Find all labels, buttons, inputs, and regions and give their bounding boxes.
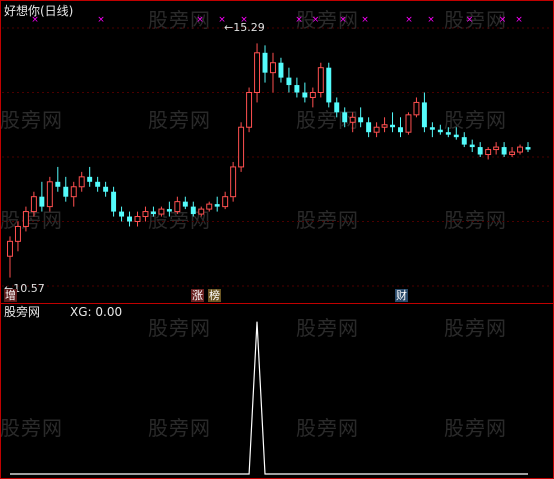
candle-body-up: [14, 225, 21, 242]
candle-body-down: [390, 124, 396, 128]
signal-marker: ×: [196, 15, 204, 25]
chart-title: 好想你(日线): [4, 4, 74, 18]
candle-body-down: [366, 122, 372, 133]
candle-body-down: [358, 117, 364, 123]
candle-body-down: [469, 144, 475, 148]
candle-body-up: [349, 116, 356, 123]
signal-marker: ×: [339, 15, 347, 25]
signal-marker: ×: [361, 15, 369, 25]
tag-zeng[interactable]: 增: [4, 289, 17, 302]
candle-body-down: [55, 181, 61, 187]
candle-body-up: [222, 196, 229, 208]
candle-body-down: [182, 201, 188, 207]
candle-body-up: [493, 146, 500, 151]
candle-body-down: [95, 181, 101, 187]
candle-body-up: [134, 216, 141, 223]
candle-body-down: [63, 186, 69, 197]
candle-body-up: [230, 166, 237, 198]
candle-body-down: [453, 134, 459, 138]
high-price-label: ←15.29: [224, 21, 265, 34]
candle-body-up: [7, 240, 13, 257]
candle-body-up: [78, 176, 85, 188]
candle-body-up: [405, 114, 412, 133]
candle-body-down: [461, 137, 467, 145]
candle-body-down: [421, 102, 427, 128]
candle-body-up: [509, 151, 516, 156]
candle-body-down: [294, 85, 300, 93]
candle-body-down: [166, 209, 172, 212]
candle-body-up: [517, 146, 524, 153]
candle-body-down: [501, 147, 507, 155]
candle-body-up: [206, 203, 213, 210]
candle-body-down: [302, 92, 308, 98]
candle-body-down: [278, 62, 284, 78]
candle-body-down: [477, 147, 483, 155]
high-price-value: 15.29: [233, 21, 265, 34]
signal-marker: ×: [312, 15, 320, 25]
signal-marker: ×: [499, 15, 507, 25]
low-price-value: 10.57: [13, 282, 45, 295]
candle-body-down: [119, 211, 125, 217]
candle-body-up: [413, 101, 420, 116]
candle-body-down: [437, 129, 443, 133]
indicator-value: XG: 0.00: [70, 305, 123, 319]
candle-body-up: [142, 211, 149, 218]
candle-body-down: [214, 204, 220, 207]
candle-body-up: [309, 92, 316, 98]
candle-body-up: [198, 208, 205, 215]
candle-body-up: [317, 67, 324, 93]
candle-body-up: [254, 52, 261, 93]
candle-body-down: [87, 176, 93, 182]
candle-body-up: [246, 92, 253, 128]
tag-zhang[interactable]: 涨: [191, 289, 204, 302]
candle-body-down: [445, 132, 451, 135]
signal-marker: ×: [466, 15, 474, 25]
candle-body-down: [334, 102, 340, 113]
indicator-panel[interactable]: [0, 304, 554, 479]
candle-body-up: [158, 208, 165, 215]
candle-body-down: [190, 206, 196, 215]
signal-marker: ×: [515, 15, 523, 25]
candle-body-down: [429, 127, 435, 130]
candle-body-down: [39, 196, 45, 207]
candle-body-down: [111, 191, 117, 212]
signal-marker: ×: [405, 15, 413, 25]
candle-body-down: [103, 186, 109, 192]
candle-body-down: [286, 77, 292, 86]
candle-body-up: [30, 196, 37, 213]
candle-body-down: [342, 112, 348, 123]
candle-body-down: [262, 52, 268, 73]
candle-body-down: [398, 127, 403, 133]
signal-marker: ×: [97, 15, 105, 25]
kline-chart-window[interactable]: 股旁网 股旁网 股旁网 股旁网 股旁网 股旁网 股旁网 股旁网 股旁网 股旁网 …: [0, 0, 554, 479]
signal-marker: ×: [295, 15, 303, 25]
candle-body-up: [174, 201, 181, 213]
candle-body-up: [373, 126, 380, 133]
candle-body-down: [127, 216, 133, 222]
tag-cai[interactable]: 财: [395, 289, 408, 302]
price-panel[interactable]: × × × × × × × × × × × × × ×: [0, 0, 554, 303]
candle-body-up: [485, 149, 492, 156]
candle-body-up: [46, 181, 53, 208]
candle-body-up: [70, 186, 77, 198]
candle-body-down: [326, 67, 332, 103]
candle-body-down: [525, 147, 531, 150]
tag-bang[interactable]: 榜: [208, 289, 221, 302]
candle-body-up: [270, 62, 276, 74]
indicator-name: 股旁网: [4, 305, 41, 319]
signal-marker: ×: [427, 15, 435, 25]
xg-signal-line: [10, 321, 528, 475]
candle-body-up: [22, 211, 29, 227]
candle-body-down: [150, 211, 156, 215]
candle-body-up: [238, 126, 245, 168]
candle-body-up: [381, 124, 388, 128]
